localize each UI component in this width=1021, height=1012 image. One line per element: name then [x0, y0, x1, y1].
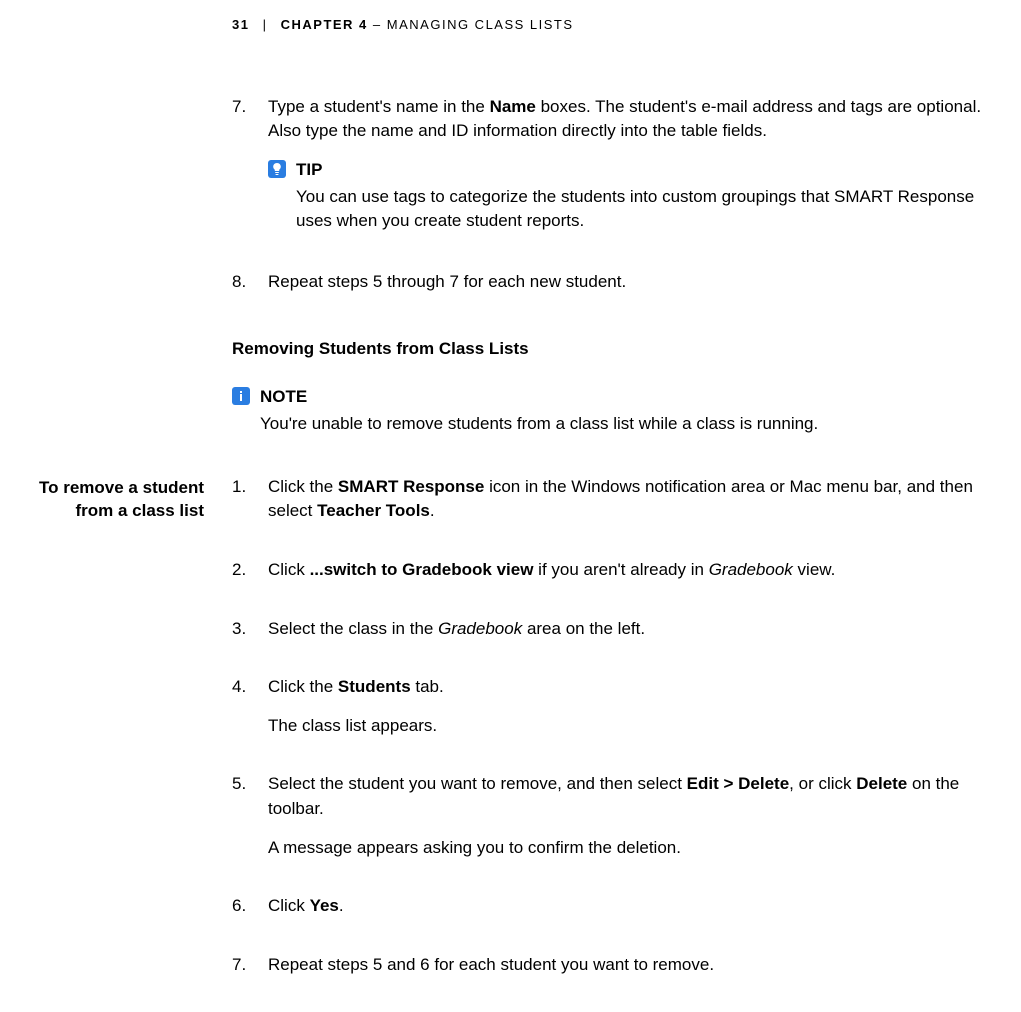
- chapter-number: CHAPTER 4: [281, 17, 368, 32]
- chapter-title: MANAGING CLASS LISTS: [387, 17, 574, 32]
- step-text: Click Yes.: [268, 894, 986, 919]
- tip-title: TIP: [296, 158, 986, 183]
- remove-step-7: 7. Repeat steps 5 and 6 for each student…: [232, 953, 986, 992]
- step-number: 3.: [232, 617, 268, 656]
- lightbulb-icon: [268, 160, 286, 178]
- remove-step-2: 2. Click ...switch to Gradebook view if …: [232, 558, 986, 597]
- step-text: Repeat steps 5 through 7 for each new st…: [268, 270, 986, 295]
- remove-step-6: 6. Click Yes.: [232, 894, 986, 933]
- sidenote-line: To remove a student: [0, 476, 204, 500]
- remove-step-1: 1. Click the SMART Response icon in the …: [232, 475, 986, 538]
- page-header: 31 | CHAPTER 4 – MANAGING CLASS LISTS: [232, 0, 1002, 35]
- sidenote-line: from a class list: [0, 499, 204, 523]
- note-body: You're unable to remove students from a …: [260, 412, 986, 437]
- step-number: 6.: [232, 894, 268, 933]
- section-heading: Removing Students from Class Lists: [232, 337, 986, 362]
- note-title: NOTE: [260, 385, 986, 410]
- remove-step-5: 5. Select the student you want to remove…: [232, 772, 986, 874]
- step-number: 1.: [232, 475, 268, 538]
- step-8: 8. Repeat steps 5 through 7 for each new…: [232, 270, 986, 309]
- step-number: 5.: [232, 772, 268, 874]
- step-text: Select the student you want to remove, a…: [268, 772, 986, 821]
- step-result: A message appears asking you to confirm …: [268, 836, 986, 861]
- step-text: Click the SMART Response icon in the Win…: [268, 475, 986, 524]
- header-separator: |: [255, 17, 276, 32]
- page-number: 31: [232, 17, 249, 32]
- step-number: 7.: [232, 95, 268, 250]
- note-callout: NOTE You're unable to remove students fr…: [232, 385, 986, 436]
- remove-step-3: 3. Select the class in the Gradebook are…: [232, 617, 986, 656]
- step-text: Type a student's name in the Name boxes.…: [268, 95, 986, 144]
- step-number: 4.: [232, 675, 268, 752]
- info-icon: [232, 387, 250, 405]
- step-text: Select the class in the Gradebook area o…: [268, 617, 986, 642]
- step-result: The class list appears.: [268, 714, 986, 739]
- step-text: Repeat steps 5 and 6 for each student yo…: [268, 953, 986, 978]
- step-number: 7.: [232, 953, 268, 992]
- step-number: 8.: [232, 270, 268, 309]
- tip-callout: TIP You can use tags to categorize the s…: [268, 158, 986, 234]
- procedure-sidenote: To remove a student from a class list: [0, 475, 232, 1012]
- step-text: Click ...switch to Gradebook view if you…: [268, 558, 986, 583]
- remove-step-4: 4. Click the Students tab. The class lis…: [232, 675, 986, 752]
- step-text: Click the Students tab.: [268, 675, 986, 700]
- step-7: 7. Type a student's name in the Name box…: [232, 95, 986, 250]
- step-number: 2.: [232, 558, 268, 597]
- tip-body: You can use tags to categorize the stude…: [296, 185, 986, 234]
- header-dash: –: [373, 17, 387, 32]
